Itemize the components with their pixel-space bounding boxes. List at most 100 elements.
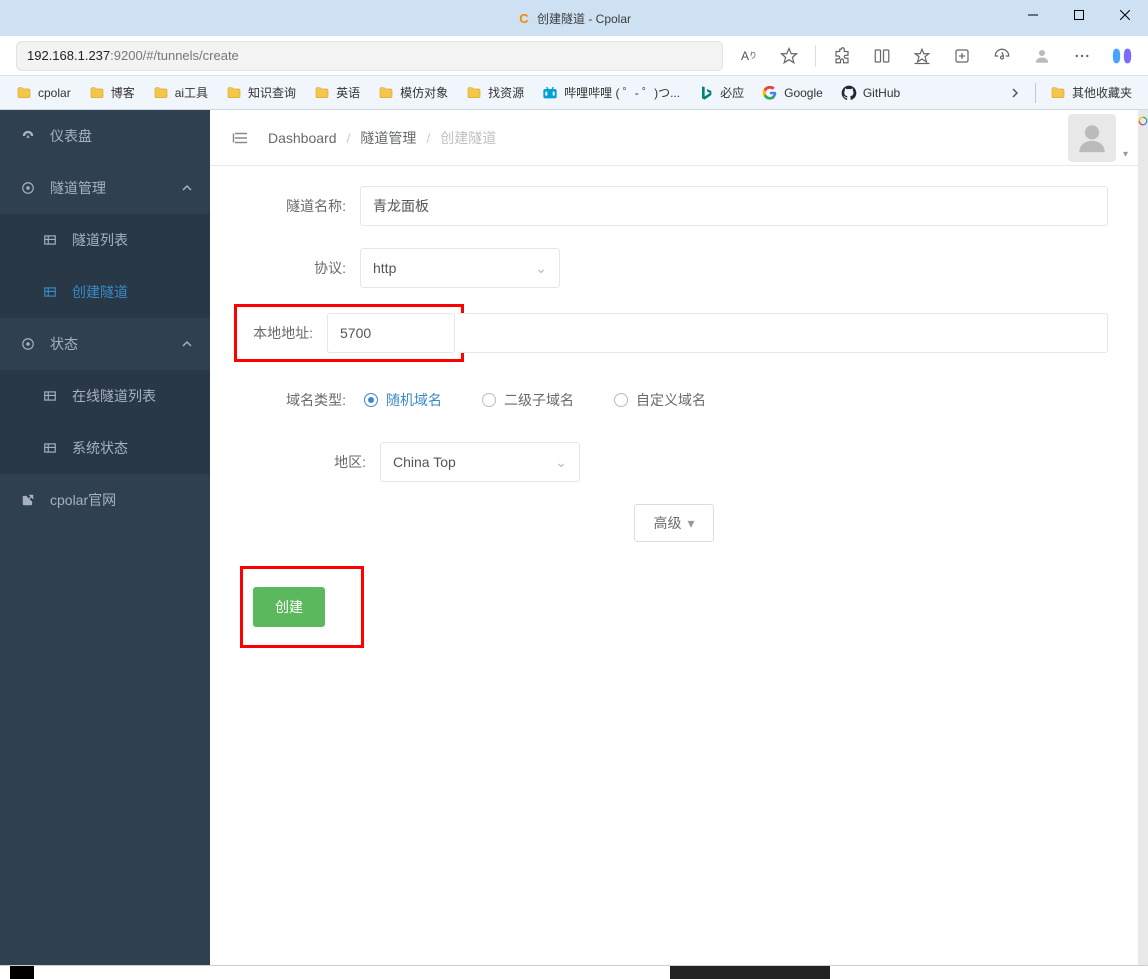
bookmark-imitate[interactable]: 模仿对象 — [370, 80, 456, 105]
user-avatar[interactable]: ▾ — [1068, 114, 1116, 162]
domain-type-label: 域名类型: — [240, 390, 360, 410]
sidebar-item-online-tunnels[interactable]: 在线隧道列表 — [0, 370, 210, 422]
create-tunnel-form: 隧道名称: 协议: http ⌄ 本地地址: 域名类型: — [210, 166, 1138, 668]
url-host: 192.168.1.237 — [27, 48, 110, 63]
chevron-down-icon: ⌄ — [535, 260, 547, 277]
folder-icon — [16, 85, 32, 101]
window-titlebar: C 创建隧道 - Cpolar — [0, 0, 1148, 36]
tunnel-name-input[interactable] — [360, 186, 1108, 226]
copilot-icon[interactable] — [1104, 40, 1140, 72]
folder-icon — [1050, 85, 1066, 101]
favicon-icon: C — [517, 11, 531, 25]
right-edge-strip — [1138, 110, 1148, 965]
radio-dot-icon — [614, 393, 628, 407]
sidebar-item-label: cpolar官网 — [50, 490, 116, 510]
sidebar-item-label: 创建隧道 — [72, 282, 128, 302]
protocol-select-value: http — [373, 260, 396, 276]
protocol-select[interactable]: http ⌄ — [360, 248, 560, 288]
sidebar-item-create-tunnel[interactable]: 创建隧道 — [0, 266, 210, 318]
bookmark-english[interactable]: 英语 — [306, 80, 368, 105]
extensions-icon[interactable] — [824, 40, 860, 72]
bookmark-knowledge[interactable]: 知识查询 — [218, 80, 304, 105]
breadcrumb: Dashboard / 隧道管理 / 创建隧道 — [268, 128, 496, 148]
sidebar-item-status[interactable]: 状态 — [0, 318, 210, 370]
create-button[interactable]: 创建 — [253, 587, 325, 627]
external-link-icon — [20, 493, 36, 507]
tunnel-name-label: 隧道名称: — [240, 196, 360, 216]
window-title-text: 创建隧道 - Cpolar — [537, 10, 631, 27]
highlight-box-submit: 创建 — [240, 566, 364, 648]
folder-icon — [226, 85, 242, 101]
favorites-icon[interactable] — [904, 40, 940, 72]
sidebar-item-label: 系统状态 — [72, 438, 128, 458]
breadcrumb-dashboard[interactable]: Dashboard — [268, 130, 337, 146]
folder-icon — [466, 85, 482, 101]
read-aloud-button[interactable]: Aり — [731, 40, 767, 72]
collections-icon[interactable] — [944, 40, 980, 72]
address-bar[interactable]: 192.168.1.237:9200/#/tunnels/create — [16, 41, 723, 71]
region-select[interactable]: China Top ⌄ — [380, 442, 580, 482]
main-panel: Dashboard / 隧道管理 / 创建隧道 ▾ 隧道名称: 协议: http… — [210, 110, 1138, 965]
browser-toolbar: 192.168.1.237:9200/#/tunnels/create Aり — [0, 36, 1148, 76]
target-icon — [20, 181, 36, 195]
app-topbar: Dashboard / 隧道管理 / 创建隧道 ▾ — [210, 110, 1138, 166]
google-icon — [762, 85, 778, 101]
window-maximize-button[interactable] — [1056, 0, 1102, 30]
bookmark-cpolar[interactable]: cpolar — [8, 81, 79, 105]
bookmark-github[interactable]: GitHub — [833, 81, 908, 105]
bookmark-resources[interactable]: 找资源 — [458, 80, 532, 105]
bing-icon — [698, 85, 714, 101]
toolbar-divider — [815, 45, 816, 67]
profile-icon[interactable] — [1024, 40, 1060, 72]
domain-type-random[interactable]: 随机域名 — [364, 390, 442, 410]
domain-type-subdomain[interactable]: 二级子域名 — [482, 390, 574, 410]
sidebar-item-system-status[interactable]: 系统状态 — [0, 422, 210, 474]
url-path: :9200/#/tunnels/create — [110, 48, 239, 63]
bookmarks-divider — [1035, 83, 1036, 103]
split-screen-icon[interactable] — [864, 40, 900, 72]
breadcrumb-tunnels[interactable]: 隧道管理 — [360, 128, 416, 148]
bookmarks-overflow-chevron[interactable] — [1001, 87, 1029, 99]
window-minimize-button[interactable] — [1010, 0, 1056, 30]
bookmark-blog[interactable]: 博客 — [81, 80, 143, 105]
sidebar-item-label: 隧道管理 — [50, 178, 106, 198]
sidebar-item-tunnels[interactable]: 隧道管理 — [0, 162, 210, 214]
folder-icon — [314, 85, 330, 101]
sidebar-toggle-icon[interactable] — [232, 129, 250, 147]
window-title: C 创建隧道 - Cpolar — [0, 10, 1148, 27]
caret-down-icon: ▾ — [1123, 149, 1128, 160]
table-icon — [42, 389, 58, 403]
performance-icon[interactable] — [984, 40, 1020, 72]
sidebar-item-cpolar-site[interactable]: cpolar官网 — [0, 474, 210, 526]
google-icon — [1138, 116, 1148, 126]
folder-icon — [89, 85, 105, 101]
domain-type-custom[interactable]: 自定义域名 — [614, 390, 706, 410]
favorite-star-icon[interactable] — [771, 40, 807, 72]
app-body: 仪表盘 隧道管理 隧道列表 创建隧道 状态 在线隧道列表 系统状态 — [0, 110, 1138, 965]
gauge-icon — [20, 129, 36, 143]
local-address-input[interactable] — [327, 313, 455, 353]
bookmark-google[interactable]: Google — [754, 81, 831, 105]
sidebar-item-label: 在线隧道列表 — [72, 386, 156, 406]
bookmark-bing[interactable]: 必应 — [690, 80, 752, 105]
bookmark-other-folder[interactable]: 其他收藏夹 — [1042, 80, 1140, 105]
window-close-button[interactable] — [1102, 0, 1148, 30]
table-icon — [42, 233, 58, 247]
sidebar-item-tunnel-list[interactable]: 隧道列表 — [0, 214, 210, 266]
sidebar: 仪表盘 隧道管理 隧道列表 创建隧道 状态 在线隧道列表 系统状态 — [0, 110, 210, 965]
caret-down-icon: ▾ — [687, 515, 694, 532]
sidebar-item-label: 隧道列表 — [72, 230, 128, 250]
github-icon — [841, 85, 857, 101]
folder-icon — [153, 85, 169, 101]
bookmark-ai[interactable]: ai工具 — [145, 80, 216, 105]
sidebar-item-label: 状态 — [50, 334, 78, 354]
local-address-input-extension[interactable] — [457, 313, 1108, 353]
target-icon — [20, 337, 36, 351]
advanced-toggle-button[interactable]: 高级 ▾ — [634, 504, 713, 542]
sidebar-item-dashboard[interactable]: 仪表盘 — [0, 110, 210, 162]
bookmarks-bar: cpolar 博客 ai工具 知识查询 英语 模仿对象 找资源 哔哩哔哩 ( ゜… — [0, 76, 1148, 110]
more-icon[interactable] — [1064, 40, 1100, 72]
region-label: 地区: — [240, 452, 380, 472]
bookmark-bilibili[interactable]: 哔哩哔哩 ( ゜- ゜)つ... — [534, 80, 688, 105]
sidebar-item-label: 仪表盘 — [50, 126, 92, 146]
